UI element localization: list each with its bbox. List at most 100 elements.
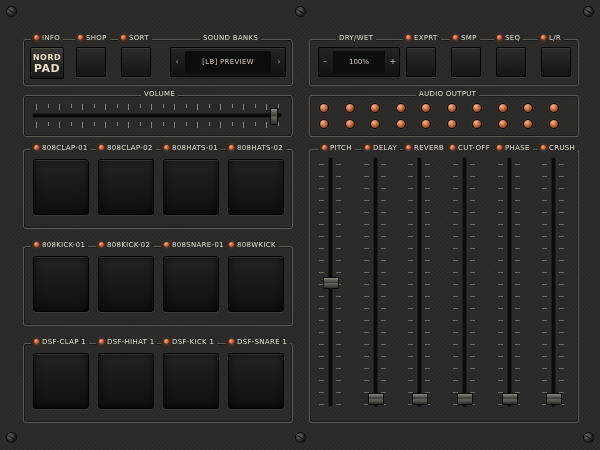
output-knob[interactable] [371,120,379,128]
drum-pad[interactable] [228,256,284,312]
effect-tick [364,344,369,345]
output-knob[interactable] [549,120,558,128]
output-knob[interactable] [498,104,507,112]
effect-tick [425,380,430,381]
led-icon [229,144,234,150]
bank-prev-button[interactable]: ‹ [171,48,183,76]
drum-pad[interactable] [33,353,89,409]
sort-button[interactable] [121,47,151,77]
effect-tick [542,284,547,285]
effect-slider-thumb[interactable] [412,393,428,405]
effect-tick [453,200,458,201]
volume-track[interactable] [33,114,281,117]
screw-icon [7,7,16,16]
drum-pad[interactable] [228,353,284,409]
effect-tick [498,188,503,189]
effect-tick [453,260,458,261]
volume-tick [278,122,279,126]
output-knob[interactable] [422,120,430,128]
audio-output-label: AUDIO OUTPUT [416,90,480,99]
effect-tick [425,296,430,297]
effect-tick [364,236,369,237]
seq-label: SEQ [494,34,524,43]
effect-slider-thumb[interactable] [323,277,339,289]
effect-slider-thumb[interactable] [368,393,384,405]
led-icon [229,241,234,247]
output-knob[interactable] [447,104,456,112]
effect-tick [470,164,475,165]
drum-pad[interactable] [33,256,89,312]
output-knob[interactable] [320,104,328,112]
drum-pad[interactable] [163,159,219,215]
smp-button[interactable] [451,47,481,77]
drum-pad[interactable] [98,353,154,409]
output-knob[interactable] [345,120,354,128]
effect-slider-track[interactable] [463,158,466,406]
output-knob[interactable] [345,104,354,112]
effect-slider-thumb[interactable] [457,393,473,405]
effect-slider-track[interactable] [508,158,511,406]
volume-tick [278,104,279,108]
output-knob[interactable] [396,120,405,128]
output-knob[interactable] [396,104,405,112]
effect-tick [515,188,520,189]
effect-tick [381,200,386,201]
drum-pad[interactable] [33,159,89,215]
effect-slider-track[interactable] [418,158,421,406]
lr-button[interactable] [541,47,571,77]
effect-tick [425,344,430,345]
output-knob[interactable] [473,104,481,112]
pad-label-text: DSF-CLAP 1 [42,338,87,346]
led-icon [121,34,126,40]
exprt-button[interactable] [406,47,436,77]
volume-tick [266,122,268,128]
effect-tick [498,344,503,345]
shop-button[interactable] [76,47,106,77]
drum-pad[interactable] [98,159,154,215]
effect-tick [470,188,475,189]
pad-label-text: 808WKICK [237,241,276,249]
output-knob[interactable] [524,104,532,112]
output-knob[interactable] [447,120,456,128]
effect-tick [408,284,413,285]
bank-next-button[interactable]: › [273,48,285,76]
volume-slider-thumb[interactable] [269,108,278,125]
logo-info-button[interactable]: NORD PAD [30,47,64,79]
output-knob[interactable] [473,120,481,128]
pad-label-text: 808SNARE-01 [172,241,224,249]
effect-tick [319,356,324,357]
drywet-plus-button[interactable]: + [387,48,399,76]
pad-label: 808SNARE-01 [161,241,227,250]
output-knob[interactable] [422,104,430,112]
effect-tick [408,296,413,297]
pad-label: 808WKICK [226,241,279,250]
drum-pad[interactable] [98,256,154,312]
drum-pad[interactable] [163,256,219,312]
drum-pad[interactable] [163,353,219,409]
output-knob[interactable] [371,104,379,112]
effect-tick [515,296,520,297]
effect-tick [364,380,369,381]
output-knob[interactable] [549,104,558,112]
seq-button[interactable] [496,47,526,77]
effect-tick [453,356,458,357]
output-knob[interactable] [498,120,507,128]
effect-slider-track[interactable] [374,158,377,406]
effect-tick [470,356,475,357]
effect-tick [515,356,520,357]
volume-tick [174,122,176,128]
pad-label: 808CLAP-02 [96,144,156,153]
volume-tick [128,122,130,128]
effect-slider-thumb[interactable] [546,393,562,405]
effect-tick [542,332,547,333]
effect-tick [498,176,503,177]
output-knob[interactable] [320,120,328,128]
output-knob[interactable] [524,120,532,128]
effect-tick [336,344,341,345]
effect-slider-track[interactable] [552,158,555,406]
volume-tick [139,104,141,108]
drywet-minus-button[interactable]: – [319,48,331,76]
effect-slider-thumb[interactable] [502,393,518,405]
effect-label-text: DELAY [373,144,397,152]
drum-pad[interactable] [228,159,284,215]
